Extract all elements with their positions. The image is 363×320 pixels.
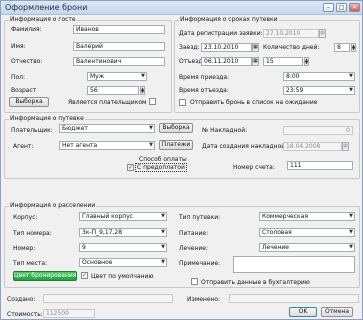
send-accounting-label: Отправить данные в бухгалтерию [201, 279, 310, 286]
booking-dialog: Оформление брони – □ ✕ Информация о гост… [0, 0, 363, 320]
invoice-calendar-icon: ▦ [342, 142, 349, 151]
changed-field [229, 294, 359, 303]
waitlist-checkbox[interactable] [179, 99, 186, 106]
departure-time-label: Время отъезда: [179, 87, 229, 94]
maximize-button[interactable]: □ [336, 3, 347, 12]
departure-time-select[interactable]: 23:59 [283, 86, 355, 95]
age-field[interactable]: 56 [87, 86, 139, 95]
room-type-select[interactable]: 3к-П_9,17,28 [79, 228, 167, 237]
age-label: Возраст [11, 87, 37, 94]
arrival-date-field[interactable]: 23.10.2010 [201, 43, 252, 52]
created-field [43, 294, 173, 303]
name-field[interactable]: Валерий [73, 42, 165, 51]
agent-select[interactable]: Нет агента [59, 141, 155, 150]
payer-select-button[interactable]: Выборка [159, 123, 193, 133]
room-label: Номер: [13, 245, 36, 252]
minimize-button[interactable]: – [323, 3, 334, 12]
voucher-type-select[interactable]: Коммерческая [259, 212, 355, 221]
surname-field[interactable]: Иванов [73, 25, 165, 34]
cancel-button[interactable]: Отмена [321, 307, 353, 317]
meals-select[interactable]: Столовая [259, 228, 355, 237]
cost-label: Стоимость: [7, 311, 43, 318]
arrival-calendar-icon[interactable]: ▦ [252, 43, 259, 52]
default-color-label: Цвет по умолчанию [91, 273, 154, 280]
departure-date-field[interactable]: 06.11.2010 [201, 57, 252, 66]
room-select[interactable]: 9 [79, 243, 167, 252]
payer-label: Плательщик: [11, 127, 53, 134]
sex-select[interactable]: Муж [87, 72, 147, 81]
default-color-checkbox[interactable]: ✓ [81, 272, 88, 279]
request-date-field: 27.10.2010 [263, 29, 319, 38]
is-payer-label: Является плательщиком [68, 99, 147, 106]
changed-label: Изменено: [187, 296, 221, 303]
cost-field: 112500 [43, 309, 95, 318]
agent-label: Агент: [13, 143, 34, 150]
accommodation-group-title: Информация о расселении [9, 202, 97, 209]
close-button[interactable]: ✕ [349, 3, 360, 12]
arrival-label: Заезд: [179, 44, 200, 51]
booking-color-button[interactable]: Цвет бронирования [13, 271, 77, 281]
request-date-label: Дата регистрации заявки: [179, 30, 263, 37]
arrival-time-label: Время приезда: [179, 74, 230, 81]
prepay-checkbox[interactable]: ✓ [127, 164, 134, 171]
note-label: Примечание: [179, 260, 221, 267]
account-number-field[interactable]: 111 [287, 161, 353, 170]
building-label: Корпус: [13, 214, 38, 221]
room-type-label: Тип номера: [13, 230, 52, 237]
invoice-date-label: Дата создания накладной: [202, 143, 288, 150]
patronymic-label: Отчество: [11, 58, 43, 65]
payments-button[interactable]: Платежи [159, 140, 193, 150]
nights-field[interactable]: 8 [334, 43, 350, 52]
days-spinner[interactable]: ▲ ▼ [304, 57, 309, 66]
days-field[interactable]: 15 [263, 57, 303, 66]
patronymic-field[interactable]: Валентинович [73, 57, 165, 66]
age-spinner[interactable]: ▲ ▼ [140, 86, 145, 95]
bed-type-label: Тип места: [13, 260, 48, 267]
invoice-field: 0 [283, 126, 353, 135]
dates-group-title: Информация о сроках путевки [179, 16, 279, 23]
title-bar: Оформление брони – □ ✕ [1, 1, 362, 15]
is-payer-checkbox[interactable] [149, 98, 156, 105]
nights-spinner[interactable]: ▲ ▼ [351, 43, 356, 52]
arrival-time-select[interactable]: 8:00 [283, 72, 355, 81]
calendar-icon: ▦ [319, 29, 326, 38]
sex-label: Пол: [11, 74, 26, 81]
guest-select-button[interactable]: Выборка [9, 97, 49, 107]
departure-calendar-icon[interactable]: ▦ [252, 57, 259, 66]
invoice-date-field: 18.04.2008 [283, 142, 342, 151]
surname-label: Фамилия: [11, 26, 42, 33]
treatment-select[interactable]: Лечение [259, 243, 355, 252]
payment-method-label: Способ оплаты [139, 156, 187, 163]
note-field[interactable] [233, 256, 355, 273]
created-label: Создано: [7, 296, 36, 303]
prepay-label: С предоплатой [135, 163, 187, 172]
treatment-label: Лечение: [179, 245, 208, 252]
nights-label: Количество дней: [263, 44, 320, 51]
window-title: Оформление брони [5, 3, 88, 12]
voucher-group-title: Информация о путевке [9, 115, 85, 122]
guest-group-title: Информация о госте [9, 16, 77, 23]
bed-type-select[interactable]: Основное [79, 258, 167, 267]
account-number-label: Номер счета: [233, 164, 275, 171]
name-label: Имя: [11, 43, 26, 50]
payer-select[interactable]: Бюджет [59, 124, 155, 133]
waitlist-label: Отправить бронь в список на ожидание [190, 99, 318, 106]
send-accounting-checkbox[interactable] [191, 278, 198, 285]
voucher-type-label: Тип путевки: [179, 214, 221, 221]
building-select[interactable]: Главный корпус [79, 212, 167, 221]
invoice-label: № Накладной: [202, 127, 248, 134]
ok-button[interactable]: OK [289, 307, 317, 317]
meals-label: Питание: [179, 230, 209, 237]
